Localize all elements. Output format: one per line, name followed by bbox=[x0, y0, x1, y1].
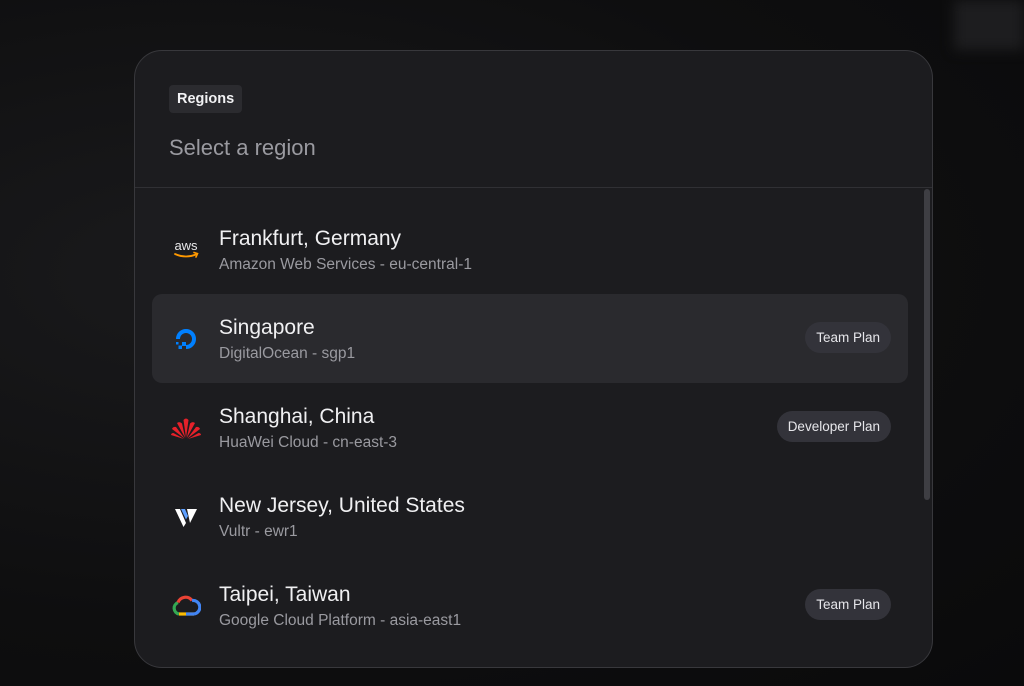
digitalocean-icon bbox=[169, 322, 203, 356]
region-item-taipei[interactable]: Taipei, Taiwan Google Cloud Platform - a… bbox=[152, 561, 908, 650]
region-city: Singapore bbox=[219, 316, 315, 339]
region-provider: Google Cloud Platform - asia-east1 bbox=[219, 612, 462, 629]
dialog-header: Regions bbox=[135, 51, 932, 188]
aws-icon: aws bbox=[169, 233, 203, 267]
region-item-singapore[interactable]: Singapore DigitalOcean - sgp1 Team Plan bbox=[152, 294, 908, 383]
region-item-frankfurt[interactable]: aws Frankfurt, Germany Amazon Web Servic… bbox=[152, 205, 908, 294]
region-provider: Amazon Web Services - eu-central-1 bbox=[219, 256, 472, 273]
plan-badge: Developer Plan bbox=[776, 411, 891, 442]
region-selector-dialog: Regions aws Frankfurt, Germany Amazon We… bbox=[134, 50, 933, 668]
scrollbar-thumb[interactable] bbox=[924, 189, 930, 500]
svg-text:aws: aws bbox=[174, 238, 198, 253]
plan-badge: Team Plan bbox=[805, 322, 891, 353]
plan-badge: Team Plan bbox=[805, 589, 891, 620]
region-city: Taipei, Taiwan bbox=[219, 583, 351, 606]
region-city: New Jersey, United States bbox=[219, 494, 465, 517]
region-item-new-jersey[interactable]: New Jersey, United States Vultr - ewr1 bbox=[152, 472, 908, 561]
region-list-scrollbar[interactable] bbox=[923, 189, 932, 500]
background-blur-corner bbox=[954, 0, 1024, 50]
huawei-icon bbox=[169, 411, 203, 445]
region-provider: Vultr - ewr1 bbox=[219, 523, 298, 540]
region-city: Shanghai, China bbox=[219, 405, 375, 428]
region-city: Frankfurt, Germany bbox=[219, 227, 402, 250]
region-search-input[interactable] bbox=[169, 135, 898, 161]
regions-tag: Regions bbox=[169, 85, 243, 113]
region-provider: DigitalOcean - sgp1 bbox=[219, 345, 356, 362]
region-list: aws Frankfurt, Germany Amazon Web Servic… bbox=[135, 189, 932, 667]
region-item-shanghai[interactable]: Shanghai, China HuaWei Cloud - cn-east-3… bbox=[152, 383, 908, 472]
region-provider: HuaWei Cloud - cn-east-3 bbox=[219, 434, 398, 451]
google-cloud-icon bbox=[169, 589, 203, 623]
vultr-icon bbox=[169, 500, 203, 534]
